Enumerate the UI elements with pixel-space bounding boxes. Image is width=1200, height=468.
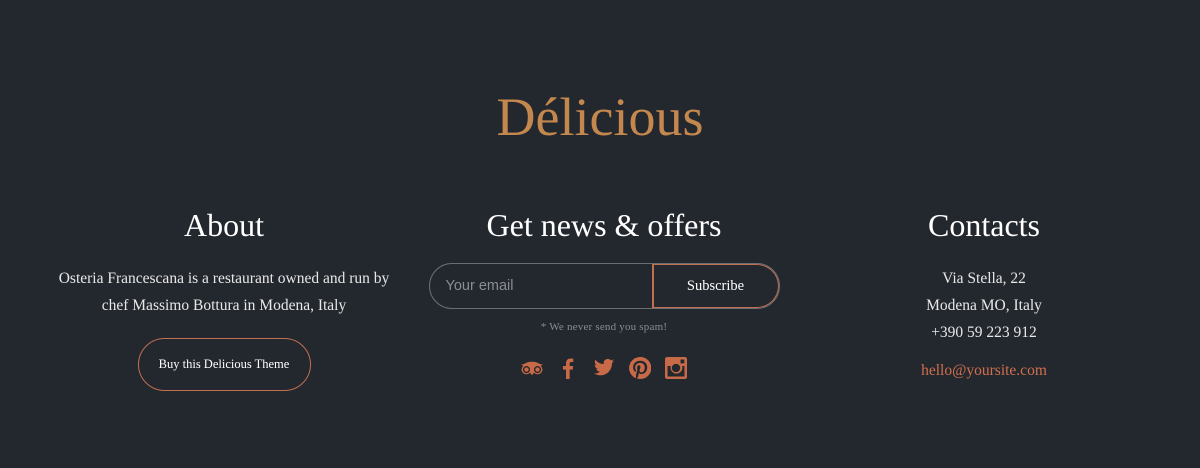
address-line: Modena MO, Italy [926,297,1042,314]
twitter-icon[interactable] [593,357,615,379]
spam-note: * We never send you spam! [540,321,668,333]
email-link[interactable]: hello@yoursite.com [921,362,1047,380]
tripadvisor-icon[interactable] [521,357,543,379]
email-input[interactable] [429,264,652,308]
site-footer: Délicious About Osteria Francescana is a… [0,0,1200,468]
phone-number: +390 59 223 912 [931,324,1037,341]
buy-theme-button[interactable]: Buy this Delicious Theme [137,338,311,391]
pinterest-icon[interactable] [629,357,651,379]
facebook-icon[interactable] [557,357,579,379]
contacts-column: Contacts Via Stella, 22 Modena MO, Italy… [794,206,1174,380]
contact-details: Via Stella, 22 Modena MO, Italy +390 59 … [794,265,1174,346]
about-text-line: Osteria Francescana is a restaurant owne… [58,270,390,287]
about-column: About Osteria Francescana is a restauran… [34,206,414,391]
about-title: About [184,207,264,243]
subscribe-button[interactable]: Subscribe [651,264,779,308]
news-column: Get news & offers Subscribe * We never s… [414,206,794,379]
instagram-icon[interactable] [665,357,687,379]
subscribe-form: Subscribe [428,263,780,309]
about-text: Osteria Francescana is a restaurant owne… [34,265,414,319]
brand-logo[interactable]: Délicious [0,87,1200,147]
news-title: Get news & offers [486,207,722,243]
about-text-line: chef Massimo Bottura in Modena, Italy [101,297,347,314]
contacts-title: Contacts [928,207,1040,243]
address-line: Via Stella, 22 [942,270,1026,287]
social-links [414,357,794,379]
